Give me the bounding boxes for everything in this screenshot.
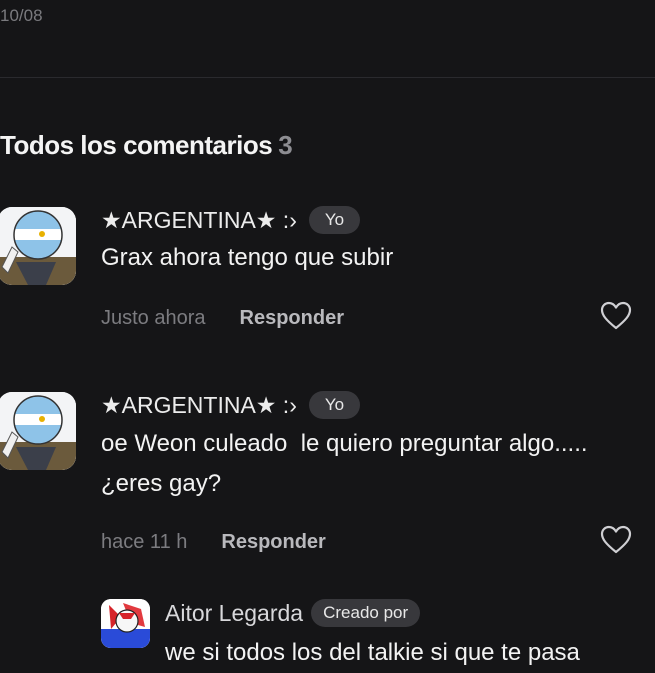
- comment-meta: Justo ahora Responder: [101, 307, 344, 330]
- reply-button[interactable]: Responder: [240, 307, 344, 330]
- creator-badge: Creado por: [311, 599, 421, 627]
- divider: [0, 77, 655, 78]
- reply-header: Aitor Legarda Creado por: [165, 599, 421, 627]
- comment-time: Justo ahora: [101, 307, 206, 329]
- comment-header: ★ARGENTINA★ :› Yo: [101, 206, 361, 234]
- comment-text-line-2: ¿eres gay?: [101, 470, 222, 497]
- comment-text: Grax ahora tengo que subir: [101, 244, 394, 271]
- self-badge: Yo: [308, 206, 361, 234]
- header-date: 10/08: [0, 6, 43, 25]
- comment-time: hace 11 h: [101, 531, 188, 553]
- countryhuman-argentina-avatar-icon: [0, 207, 76, 285]
- comments-section-title: Todos los comentarios 3: [0, 130, 293, 161]
- comment-header: ★ARGENTINA★ :› Yo: [101, 391, 361, 419]
- heart-icon[interactable]: [600, 525, 632, 555]
- comment-count: 3: [278, 130, 293, 160]
- avatar[interactable]: [101, 599, 150, 648]
- comment-text-line-1: oe Weon culeado le quiero preguntar algo…: [101, 430, 588, 457]
- self-badge: Yo: [308, 391, 361, 419]
- reply-text: we si todos los del talkie si que te pas…: [165, 639, 580, 666]
- author-name[interactable]: Aitor Legarda: [165, 600, 303, 627]
- avatar[interactable]: [0, 207, 76, 285]
- section-title-label: Todos los comentarios: [0, 130, 273, 160]
- author-name[interactable]: ★ARGENTINA★ :›: [101, 392, 297, 419]
- author-name[interactable]: ★ARGENTINA★ :›: [101, 207, 297, 234]
- countryhuman-argentina-avatar-icon: [0, 392, 76, 470]
- avatar[interactable]: [0, 392, 76, 470]
- reply-button[interactable]: Responder: [221, 531, 325, 554]
- heart-icon[interactable]: [600, 301, 632, 331]
- red-character-avatar-icon: [101, 599, 150, 648]
- comment-meta: hace 11 h Responder: [101, 531, 326, 554]
